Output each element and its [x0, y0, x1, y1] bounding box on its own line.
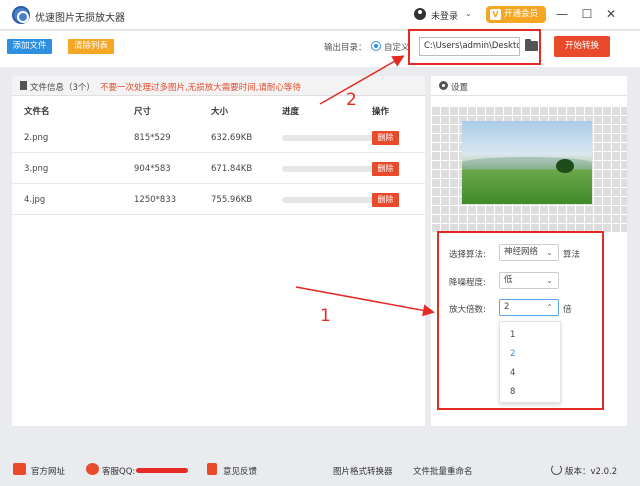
- gear-icon: [439, 81, 448, 90]
- file-dimensions: 1250*833: [134, 195, 177, 205]
- refresh-icon[interactable]: [551, 464, 562, 475]
- file-name: 3.png: [24, 164, 49, 174]
- custom-radio[interactable]: [371, 41, 381, 51]
- delete-button[interactable]: 删除: [372, 162, 399, 176]
- file-name: 4.jpg: [24, 195, 46, 205]
- file-name: 2.png: [24, 133, 49, 143]
- format-converter-link[interactable]: 图片格式转换器: [333, 465, 393, 477]
- file-dimensions: 815*529: [134, 133, 171, 143]
- table-row: 2.png 815*529 632.69KB 删除: [12, 122, 425, 153]
- column-header-progress: 进度: [282, 107, 300, 117]
- start-convert-button[interactable]: 开始转换: [554, 36, 610, 57]
- progress-bar: [282, 135, 376, 141]
- file-dimensions: 904*583: [134, 164, 171, 174]
- vip-button[interactable]: V 开通会员: [486, 6, 546, 23]
- settings-title: 设置: [451, 83, 469, 93]
- file-size: 755.96KB: [211, 195, 253, 205]
- feedback-link[interactable]: 意见反馈: [223, 465, 257, 477]
- app-title: 优速图片无损放大器: [35, 13, 125, 24]
- preview-image: [462, 121, 592, 204]
- clear-list-button[interactable]: 清除列表: [68, 39, 114, 54]
- maximize-button[interactable]: ☐: [580, 7, 594, 21]
- annotation-box-settings: [437, 231, 604, 410]
- column-header-action: 操作: [372, 107, 390, 117]
- settings-header: 设置: [431, 76, 627, 96]
- document-icon: [20, 81, 27, 90]
- headset-icon: [86, 463, 99, 475]
- delete-button[interactable]: 删除: [372, 193, 399, 207]
- annotation-number-1: 1: [320, 306, 331, 326]
- login-status[interactable]: 未登录: [431, 9, 458, 22]
- column-header-size: 大小: [211, 107, 229, 117]
- home-icon: [13, 463, 26, 475]
- file-count-label: 文件信息（3个）: [30, 83, 95, 93]
- title-bar: 优速图片无损放大器 未登录 ⌄ V 开通会员 — ☐ ✕: [0, 0, 640, 30]
- add-files-button[interactable]: 添加文件: [7, 39, 52, 54]
- chevron-down-icon[interactable]: ⌄: [465, 9, 472, 18]
- processing-hint: 不要一次处理过多图片,无损放大需要时间,请耐心等待: [100, 83, 301, 93]
- crown-icon: V: [490, 9, 501, 20]
- annotation-number-2: 2: [346, 90, 357, 110]
- file-size: 671.84KB: [211, 164, 253, 174]
- file-size: 632.69KB: [211, 133, 253, 143]
- progress-bar: [282, 197, 376, 203]
- app-logo-icon: [12, 6, 30, 24]
- website-link[interactable]: 官方网址: [31, 465, 65, 477]
- qq-redaction-mark: [136, 468, 188, 473]
- vip-label: 开通会员: [504, 9, 539, 19]
- table-row: 3.png 904*583 671.84KB 删除: [12, 153, 425, 184]
- output-dir-label: 输出目录：: [324, 43, 367, 53]
- delete-button[interactable]: 删除: [372, 131, 399, 145]
- preview-tree: [556, 159, 574, 173]
- toolbar: 添加文件 清除列表 输出目录： 自定义 C:\Users\admin\Deskt…: [0, 31, 640, 67]
- batch-rename-link[interactable]: 文件批量重命名: [413, 465, 473, 477]
- column-header-filename: 文件名: [24, 107, 50, 117]
- minimize-button[interactable]: —: [555, 7, 569, 21]
- annotation-box-output-path: [408, 29, 541, 65]
- file-info-bar: 文件信息（3个） 不要一次处理过多图片,无损放大需要时间,请耐心等待: [12, 76, 425, 96]
- table-row: 4.jpg 1250*833 755.96KB 删除: [12, 184, 425, 215]
- version-label: 版本：v2.0.2: [565, 467, 618, 477]
- progress-bar: [282, 166, 376, 172]
- footer: 官方网址 客服QQ: 意见反馈 图片格式转换器 文件批量重命名 版本：v2.0.…: [0, 456, 640, 486]
- document-icon: [207, 463, 217, 475]
- file-list-panel: 文件信息（3个） 不要一次处理过多图片,无损放大需要时间,请耐心等待 文件名 尺…: [12, 76, 425, 426]
- column-header-dimensions: 尺寸: [134, 107, 152, 117]
- qq-label[interactable]: 客服QQ:: [102, 465, 135, 477]
- user-icon[interactable]: [414, 8, 426, 20]
- custom-radio-label[interactable]: 自定义: [384, 41, 410, 53]
- close-button[interactable]: ✕: [604, 7, 618, 21]
